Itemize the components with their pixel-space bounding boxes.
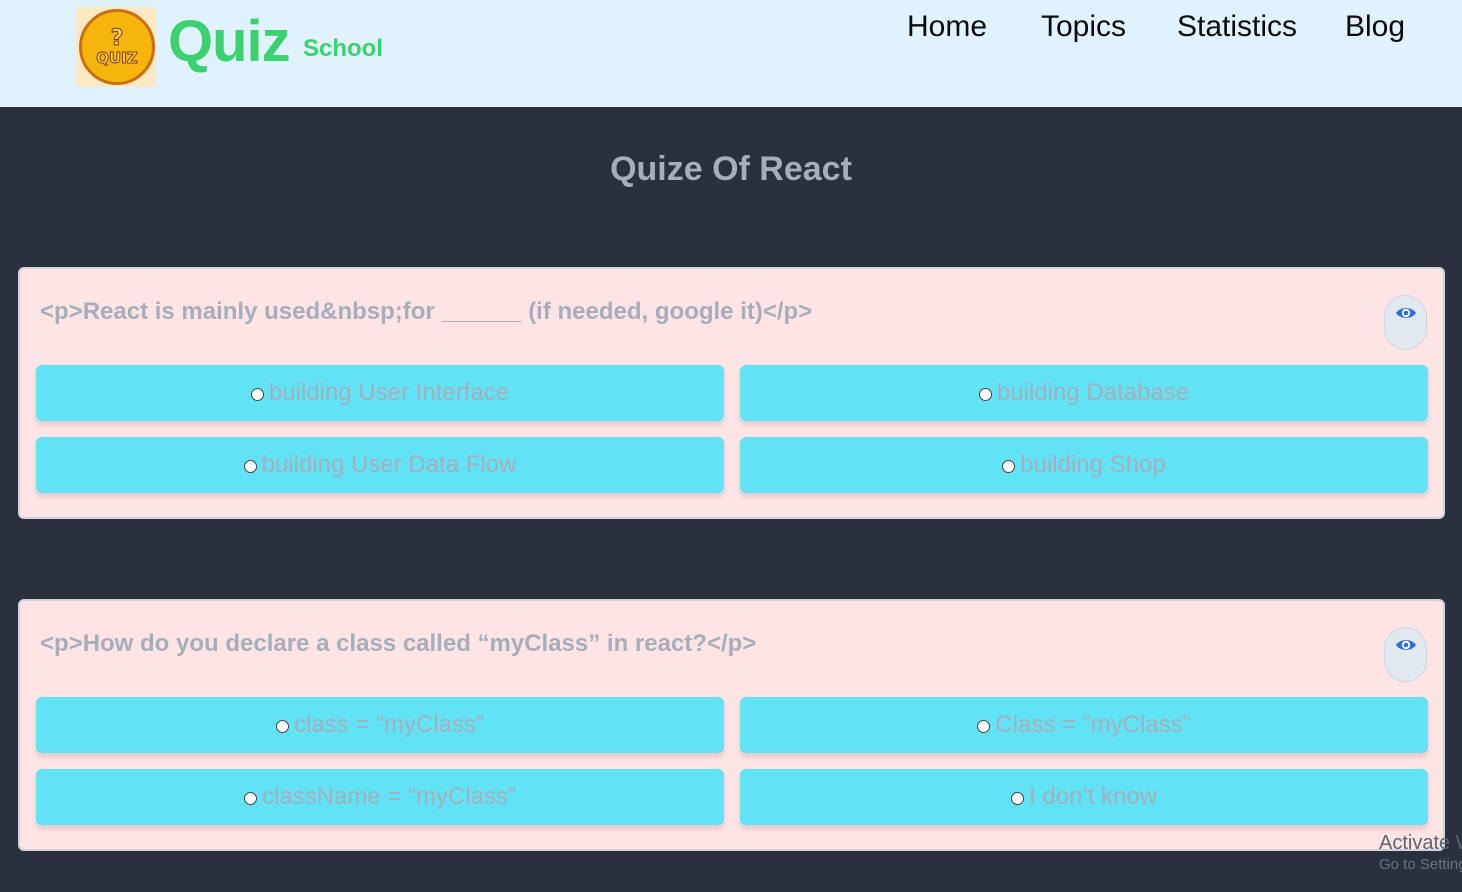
radio-empty-icon[interactable] [977, 720, 991, 733]
question-text: <p>How do you declare a class called “my… [40, 630, 757, 657]
show-answer-button[interactable] [1384, 627, 1427, 682]
answer-option[interactable]: Class = “myClass” [740, 697, 1428, 753]
question-text: <p>React is mainly used&nbsp;for ______ … [40, 298, 813, 325]
option-label: class = “myClass” [293, 711, 485, 738]
logo-question-mark: ? [110, 26, 124, 51]
answer-option[interactable]: building Shop [740, 437, 1428, 493]
radio-empty-icon[interactable] [1010, 792, 1024, 805]
nav-statistics[interactable]: Statistics [1177, 9, 1297, 45]
eye-icon [1395, 308, 1416, 318]
nav-blog[interactable]: Blog [1345, 9, 1405, 45]
activate-watermark-subtext: Go to Settings [1379, 856, 1462, 873]
radio-empty-icon[interactable] [250, 388, 264, 401]
option-label: className = “myClass” [261, 783, 517, 810]
show-answer-button[interactable] [1384, 295, 1427, 350]
page-title: Quize Of React [610, 150, 852, 188]
answer-option[interactable]: building User Data Flow [36, 437, 724, 493]
navbar: ? QUIZ Quiz School Home Topics Statistic… [0, 0, 1462, 107]
logo-word: QUIZ [96, 49, 138, 67]
activate-watermark: Activate W [1379, 832, 1462, 854]
quiz-logo[interactable]: ? QUIZ [76, 7, 156, 87]
brand-title[interactable]: Quiz [168, 10, 291, 74]
radio-empty-icon[interactable] [978, 388, 992, 401]
option-label: I don’t know [1028, 783, 1158, 810]
answer-option[interactable]: className = “myClass” [36, 769, 724, 825]
option-label: Class = “myClass” [995, 711, 1191, 738]
quiz-card: <p>React is mainly used&nbsp;for ______ … [18, 267, 1445, 519]
quiz-card: <p>How do you declare a class called “my… [18, 599, 1445, 851]
radio-empty-icon[interactable] [243, 460, 257, 473]
brand-subtitle: School [303, 35, 384, 62]
eye-icon [1395, 640, 1416, 650]
answer-option[interactable]: building User Interface [36, 365, 724, 421]
radio-empty-icon[interactable] [275, 720, 289, 733]
nav-home[interactable]: Home [907, 9, 987, 45]
option-label: building Shop [1020, 451, 1166, 478]
nav-topics[interactable]: Topics [1041, 9, 1126, 45]
option-label: building Database [996, 379, 1190, 406]
answer-option[interactable]: class = “myClass” [36, 697, 724, 753]
quiz-coin-logo-icon: ? QUIZ [79, 9, 155, 85]
option-label: building User Interface [268, 379, 510, 406]
radio-empty-icon[interactable] [1002, 460, 1016, 473]
radio-empty-icon[interactable] [243, 792, 257, 805]
answer-option[interactable]: building Database [740, 365, 1428, 421]
option-label: building User Data Flow [261, 451, 517, 478]
answer-option[interactable]: I don’t know [740, 769, 1428, 825]
